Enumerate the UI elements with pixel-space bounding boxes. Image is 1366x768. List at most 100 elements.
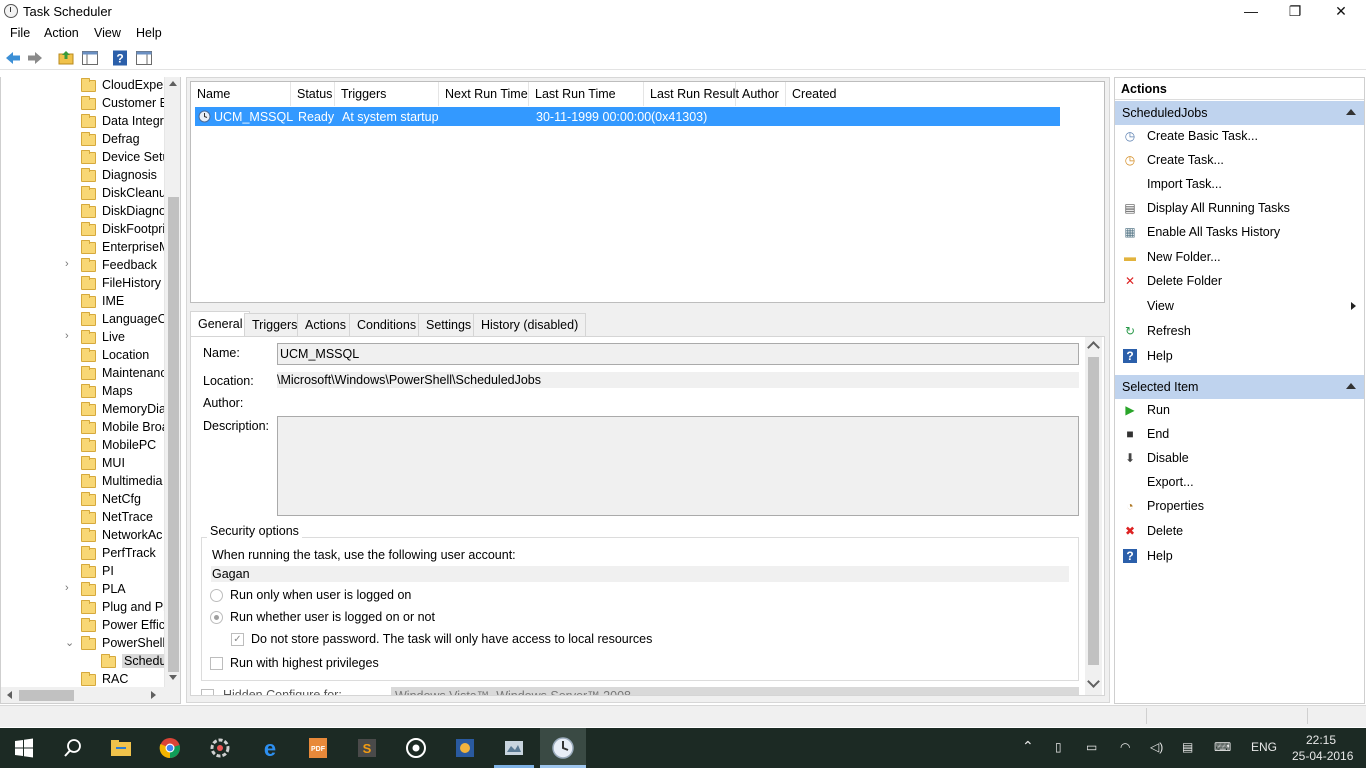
search-icon[interactable] bbox=[61, 736, 85, 760]
tree-item[interactable]: CloudExper bbox=[1, 77, 164, 95]
console-tree[interactable]: CloudExper Customer E Data Integri Defrag De… bbox=[0, 77, 181, 704]
action-item[interactable]: ◷ Create Basic Task... bbox=[1115, 125, 1364, 147]
tree-hscroll-thumb[interactable] bbox=[19, 690, 74, 701]
task-scheduler-icon[interactable] bbox=[551, 736, 575, 760]
action-item[interactable]: ↻ Refresh bbox=[1115, 320, 1364, 342]
column-last-run-result[interactable]: Last Run Result bbox=[644, 82, 739, 106]
tree-vertical-scrollbar[interactable] bbox=[164, 77, 180, 687]
column-last-run-time[interactable]: Last Run Time bbox=[529, 82, 644, 106]
tree-item[interactable]: DiskDiagno bbox=[1, 203, 164, 221]
tree-item[interactable]: EnterpriseM bbox=[1, 239, 164, 257]
tree-item[interactable]: LanguageC bbox=[1, 311, 164, 329]
action-item[interactable]: View bbox=[1115, 295, 1364, 317]
tree-item[interactable]: PerfTrack bbox=[1, 545, 164, 563]
app-icon[interactable] bbox=[208, 736, 232, 760]
scroll-up-icon[interactable] bbox=[169, 81, 177, 86]
volume-icon[interactable]: ◁) bbox=[1150, 740, 1163, 754]
pdf-icon[interactable]: PDF bbox=[306, 736, 330, 760]
column-created[interactable]: Created bbox=[786, 82, 866, 106]
app3-icon[interactable] bbox=[502, 736, 526, 760]
action-item[interactable]: ■ End bbox=[1115, 423, 1364, 445]
tree-item[interactable]: Multimedia bbox=[1, 473, 164, 491]
menu-view[interactable]: View bbox=[94, 26, 121, 40]
tree-item[interactable]: FileHistory bbox=[1, 275, 164, 293]
expand-chevron-icon[interactable]: › bbox=[65, 258, 69, 270]
up-folder-icon[interactable] bbox=[57, 49, 75, 67]
tree-item[interactable]: Schedul bbox=[1, 653, 164, 671]
show-hidden-icons-icon[interactable]: ⌃ bbox=[1022, 738, 1034, 755]
chrome-icon[interactable] bbox=[158, 736, 182, 760]
action-item[interactable]: ✖ Delete bbox=[1115, 520, 1364, 542]
description-field[interactable] bbox=[277, 416, 1079, 516]
forward-arrow-icon[interactable] bbox=[26, 49, 44, 67]
sublime-icon[interactable]: S bbox=[355, 736, 379, 760]
back-arrow-icon[interactable] bbox=[4, 49, 22, 67]
tree-item[interactable]: ⌄ PowerShell bbox=[1, 635, 164, 653]
tree-item[interactable]: MobilePC bbox=[1, 437, 164, 455]
scroll-down-icon[interactable] bbox=[1087, 675, 1100, 688]
tree-item[interactable]: DiskCleanu bbox=[1, 185, 164, 203]
tree-item[interactable]: › Feedback bbox=[1, 257, 164, 275]
tablet-icon[interactable]: ▯ bbox=[1055, 740, 1062, 754]
tree-item[interactable]: Customer E bbox=[1, 95, 164, 113]
language-indicator[interactable]: ENG bbox=[1251, 740, 1277, 754]
user-account-value[interactable]: Gagan bbox=[211, 566, 1069, 582]
tree-item[interactable]: Data Integri bbox=[1, 113, 164, 131]
tree-item[interactable]: Maintenanc bbox=[1, 365, 164, 383]
action-item[interactable]: ▤ Display All Running Tasks bbox=[1115, 197, 1364, 219]
tab-actions[interactable]: Actions bbox=[297, 313, 354, 337]
help-icon[interactable]: ? bbox=[111, 49, 129, 67]
section-scheduledjobs[interactable]: ScheduledJobs bbox=[1115, 101, 1364, 125]
scroll-left-icon[interactable] bbox=[7, 691, 12, 699]
tab-conditions[interactable]: Conditions bbox=[349, 313, 425, 337]
column-author[interactable]: Author bbox=[736, 82, 786, 106]
action-item[interactable]: Export... bbox=[1115, 471, 1364, 493]
action-pane-icon[interactable] bbox=[135, 49, 153, 67]
column-next-run-time[interactable]: Next Run Time bbox=[439, 82, 529, 106]
keyboard-icon[interactable]: ⌨ bbox=[1214, 740, 1231, 754]
configure-for-select[interactable]: Windows Vista™, Windows Server™ 2008 bbox=[391, 687, 1079, 695]
tree-item[interactable]: Defrag bbox=[1, 131, 164, 149]
tree-item[interactable]: Location bbox=[1, 347, 164, 365]
action-item[interactable]: ▶ Run bbox=[1115, 399, 1364, 421]
radio-run-whether-logged-on[interactable] bbox=[210, 611, 223, 624]
action-item[interactable]: ? Help bbox=[1115, 345, 1364, 367]
battery-icon[interactable]: ▭ bbox=[1086, 740, 1097, 754]
action-item[interactable]: ⬇ Disable bbox=[1115, 447, 1364, 469]
action-item[interactable]: ✕ Delete Folder bbox=[1115, 270, 1364, 292]
tab-settings[interactable]: Settings bbox=[418, 313, 480, 337]
app2-icon[interactable] bbox=[453, 736, 477, 760]
start-icon[interactable] bbox=[12, 736, 36, 760]
collapse-chevron-icon[interactable]: ⌄ bbox=[65, 636, 74, 649]
menu-action[interactable]: Action bbox=[44, 26, 79, 40]
tree-item[interactable]: NetCfg bbox=[1, 491, 164, 509]
tree-item[interactable]: MUI bbox=[1, 455, 164, 473]
file-explorer-icon[interactable] bbox=[109, 736, 133, 760]
edge-icon[interactable]: e bbox=[258, 736, 282, 760]
tree-item[interactable]: Power Effic bbox=[1, 617, 164, 635]
clock-date[interactable]: 25-04-2016 bbox=[1292, 749, 1353, 763]
tree-item[interactable]: Plug and Pl bbox=[1, 599, 164, 617]
checkbox-highest-privileges[interactable] bbox=[210, 657, 223, 670]
tab-history[interactable]: History (disabled) bbox=[473, 313, 587, 337]
action-item[interactable]: ◔ Properties bbox=[1115, 495, 1364, 517]
scroll-down-icon[interactable] bbox=[169, 675, 177, 680]
tree-item[interactable]: DiskFootpri bbox=[1, 221, 164, 239]
tree-item[interactable]: NetworkAc bbox=[1, 527, 164, 545]
action-item[interactable]: ▬ New Folder... bbox=[1115, 246, 1364, 268]
location-value[interactable]: \Microsoft\Windows\PowerShell\ScheduledJ… bbox=[277, 372, 1079, 388]
tree-scroll-thumb[interactable] bbox=[168, 197, 179, 672]
properties-vertical-scrollbar[interactable] bbox=[1085, 337, 1102, 695]
column-triggers[interactable]: Triggers bbox=[335, 82, 439, 106]
column-name[interactable]: Name bbox=[191, 82, 291, 106]
action-item[interactable]: Import Task... bbox=[1115, 173, 1364, 195]
tree-item[interactable]: Mobile Broa bbox=[1, 419, 164, 437]
menu-help[interactable]: Help bbox=[136, 26, 162, 40]
checkbox-hidden[interactable] bbox=[201, 689, 214, 695]
tree-item[interactable]: › PLA bbox=[1, 581, 164, 599]
tree-horizontal-scrollbar[interactable] bbox=[1, 687, 180, 703]
tree-item[interactable]: Device Setu bbox=[1, 149, 164, 167]
clock-time[interactable]: 22:15 bbox=[1306, 733, 1336, 747]
collapse-icon[interactable] bbox=[1346, 109, 1356, 115]
media-icon[interactable] bbox=[404, 736, 428, 760]
